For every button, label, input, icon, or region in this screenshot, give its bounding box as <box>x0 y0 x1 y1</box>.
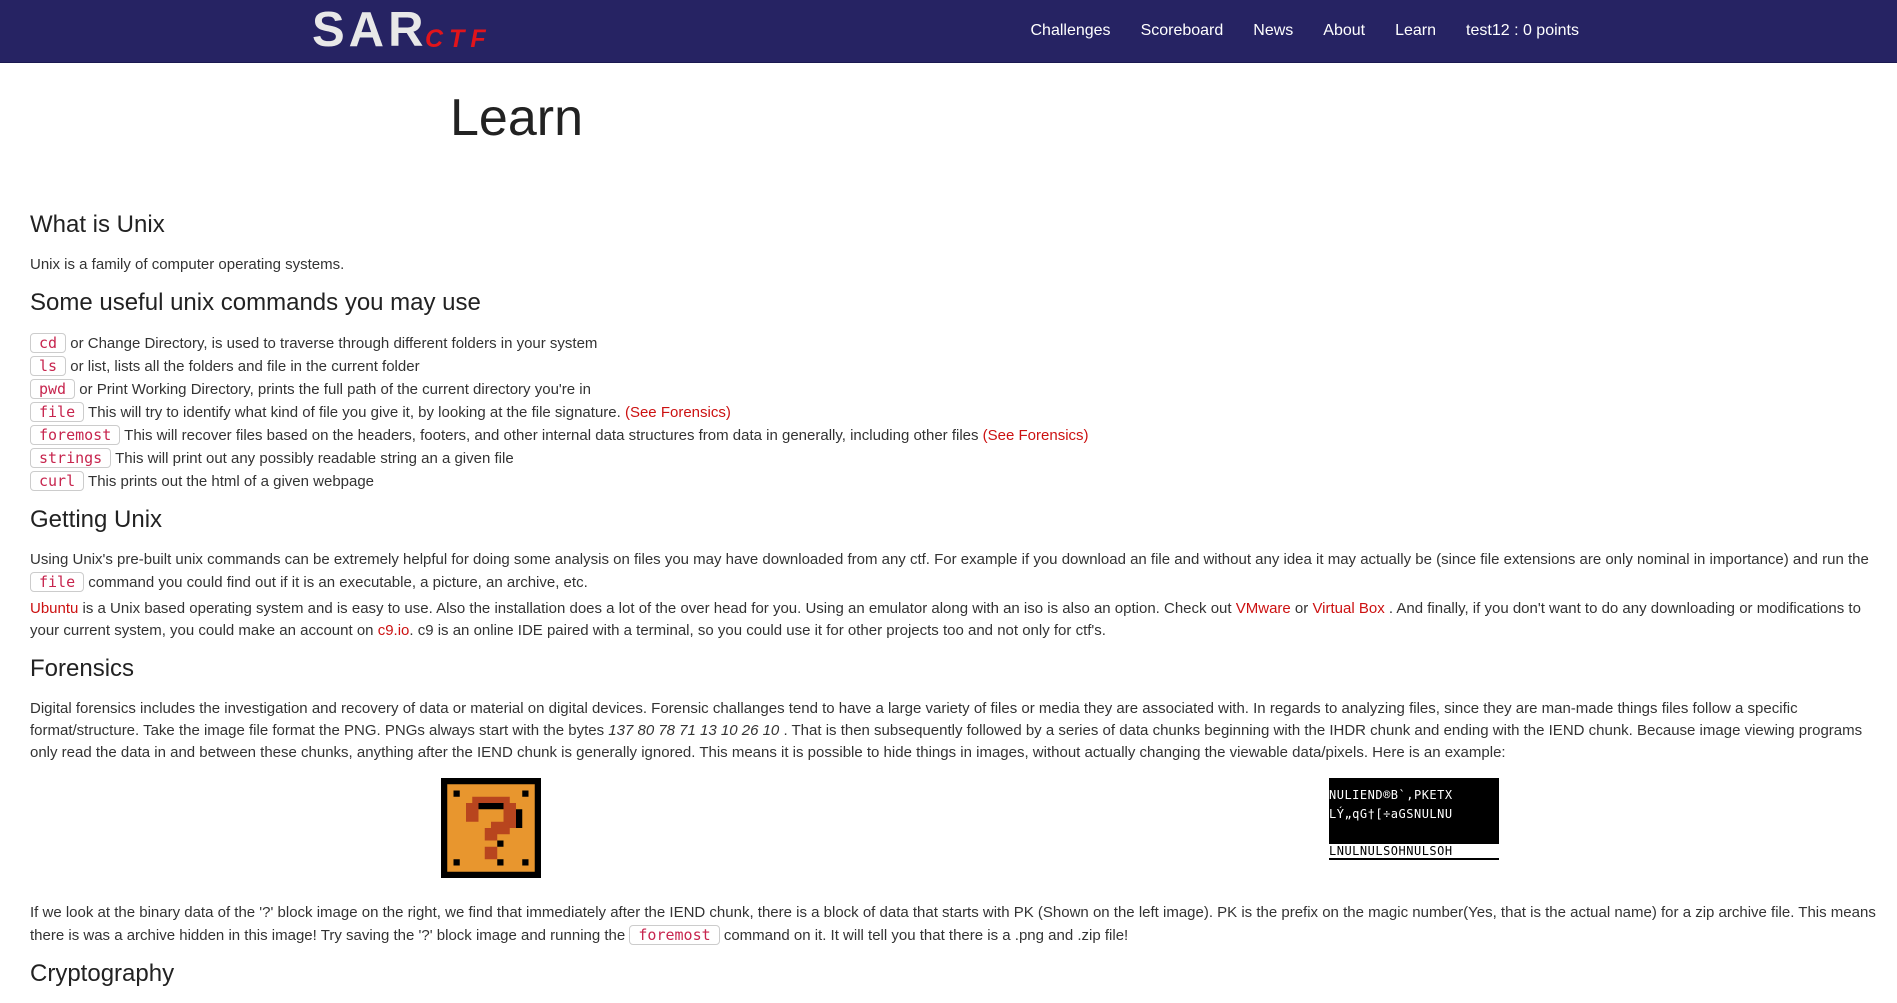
nav-links: Challenges Scoreboard News About Learn t… <box>1001 0 1580 62</box>
command-item: pwd or Print Working Directory, prints t… <box>30 378 1880 401</box>
command-code: strings <box>30 448 112 468</box>
commands-heading: Some useful unix commands you may use <box>30 289 481 316</box>
binary-row: LNULNULSOHNULSOH <box>1329 844 1499 858</box>
brand-sub: CTF <box>425 25 492 53</box>
command-item: cd or Change Directory, is used to trave… <box>30 332 1880 355</box>
command-item: curl This prints out the html of a given… <box>30 470 1880 493</box>
command-code: file <box>30 402 85 422</box>
para-text: or <box>1294 600 1309 617</box>
command-desc: or Print Working Directory, prints the f… <box>79 381 591 398</box>
cryptography-heading: Cryptography <box>30 960 175 987</box>
command-code: ls <box>30 356 67 376</box>
binary-row: LÝ„qG†[÷aGSNULNU <box>1329 807 1453 821</box>
para-text: is a Unix based operating system and is … <box>82 600 1232 617</box>
c9-link[interactable]: c9.io <box>378 622 410 639</box>
command-item: file This will try to identify what kind… <box>30 401 1880 424</box>
command-desc: This will recover files based on the hea… <box>124 427 979 444</box>
forensics-para-1: Digital forensics includes the investiga… <box>30 698 1880 764</box>
nav-scoreboard[interactable]: Scoreboard <box>1141 22 1224 40</box>
command-code: cd <box>30 333 67 353</box>
command-desc: This will print out any possibly readabl… <box>115 450 514 467</box>
nav-about[interactable]: About <box>1323 22 1365 40</box>
binary-row: NULIEND®B`,PKETX <box>1329 788 1453 802</box>
navbar: SAR CTF Challenges Scoreboard News About… <box>0 0 1897 63</box>
command-desc: or list, lists all the folders and file … <box>70 358 420 375</box>
nav-user-points[interactable]: test12 : 0 points <box>1466 22 1579 40</box>
nav-news[interactable]: News <box>1253 22 1293 40</box>
page-title: Learn <box>450 89 583 147</box>
file-command-code: file <box>30 572 85 592</box>
para-text: command on it. It will tell you that the… <box>723 927 1129 944</box>
vmware-link[interactable]: VMware <box>1236 600 1291 617</box>
unix-text: Unix is a family of computer operating s… <box>30 256 345 273</box>
forensics-heading: Forensics <box>30 655 135 682</box>
getting-unix-heading: Getting Unix <box>30 506 163 533</box>
getting-unix-para-1: Using Unix's pre-built unix commands can… <box>30 549 1880 594</box>
main-content: What is Unix Unix is a family of compute… <box>30 200 1880 1003</box>
virtualbox-link[interactable]: Virtual Box <box>1312 600 1384 617</box>
nav-learn[interactable]: Learn <box>1395 22 1436 40</box>
command-item: foremost This will recover files based o… <box>30 424 1880 447</box>
forensics-examples: NULIEND®B`,PKETX LÝ„qG†[÷aGSNULNU LNULNU… <box>30 768 1880 888</box>
para-text: Using Unix's pre-built unix commands can… <box>30 551 1869 568</box>
command-item: ls or list, lists all the folders and fi… <box>30 355 1880 378</box>
foremost-command-code: foremost <box>629 925 720 945</box>
command-code: curl <box>30 471 85 491</box>
see-forensics-link[interactable]: (See Forensics) <box>625 404 731 421</box>
unix-heading: What is Unix <box>30 211 165 238</box>
command-item: strings This will print out any possibly… <box>30 447 1880 470</box>
forensics-para-2: If we look at the binary data of the '?'… <box>30 902 1880 947</box>
para-text: . c9 is an online IDE paired with a term… <box>409 622 1106 639</box>
binary-data-image: NULIEND®B`,PKETX LÝ„qG†[÷aGSNULNU LNULNU… <box>1329 778 1499 860</box>
png-bytes: 137 80 78 71 13 10 26 10 <box>608 722 780 739</box>
command-code: foremost <box>30 425 121 445</box>
para-text: command you could find out if it is an e… <box>88 574 588 591</box>
see-forensics-link[interactable]: (See Forensics) <box>983 427 1089 444</box>
brand-name: SAR <box>312 3 428 57</box>
getting-unix-para-2: Ubuntu is a Unix based operating system … <box>30 598 1880 642</box>
command-desc: This will try to identify what kind of f… <box>88 404 621 421</box>
command-code: pwd <box>30 379 76 399</box>
command-list: cd or Change Directory, is used to trave… <box>30 332 1880 493</box>
command-desc: This prints out the html of a given webp… <box>88 473 375 490</box>
nav-challenges[interactable]: Challenges <box>1031 22 1111 40</box>
ubuntu-link[interactable]: Ubuntu <box>30 600 78 617</box>
question-block-image <box>441 778 541 878</box>
command-desc: or Change Directory, is used to traverse… <box>70 335 598 352</box>
